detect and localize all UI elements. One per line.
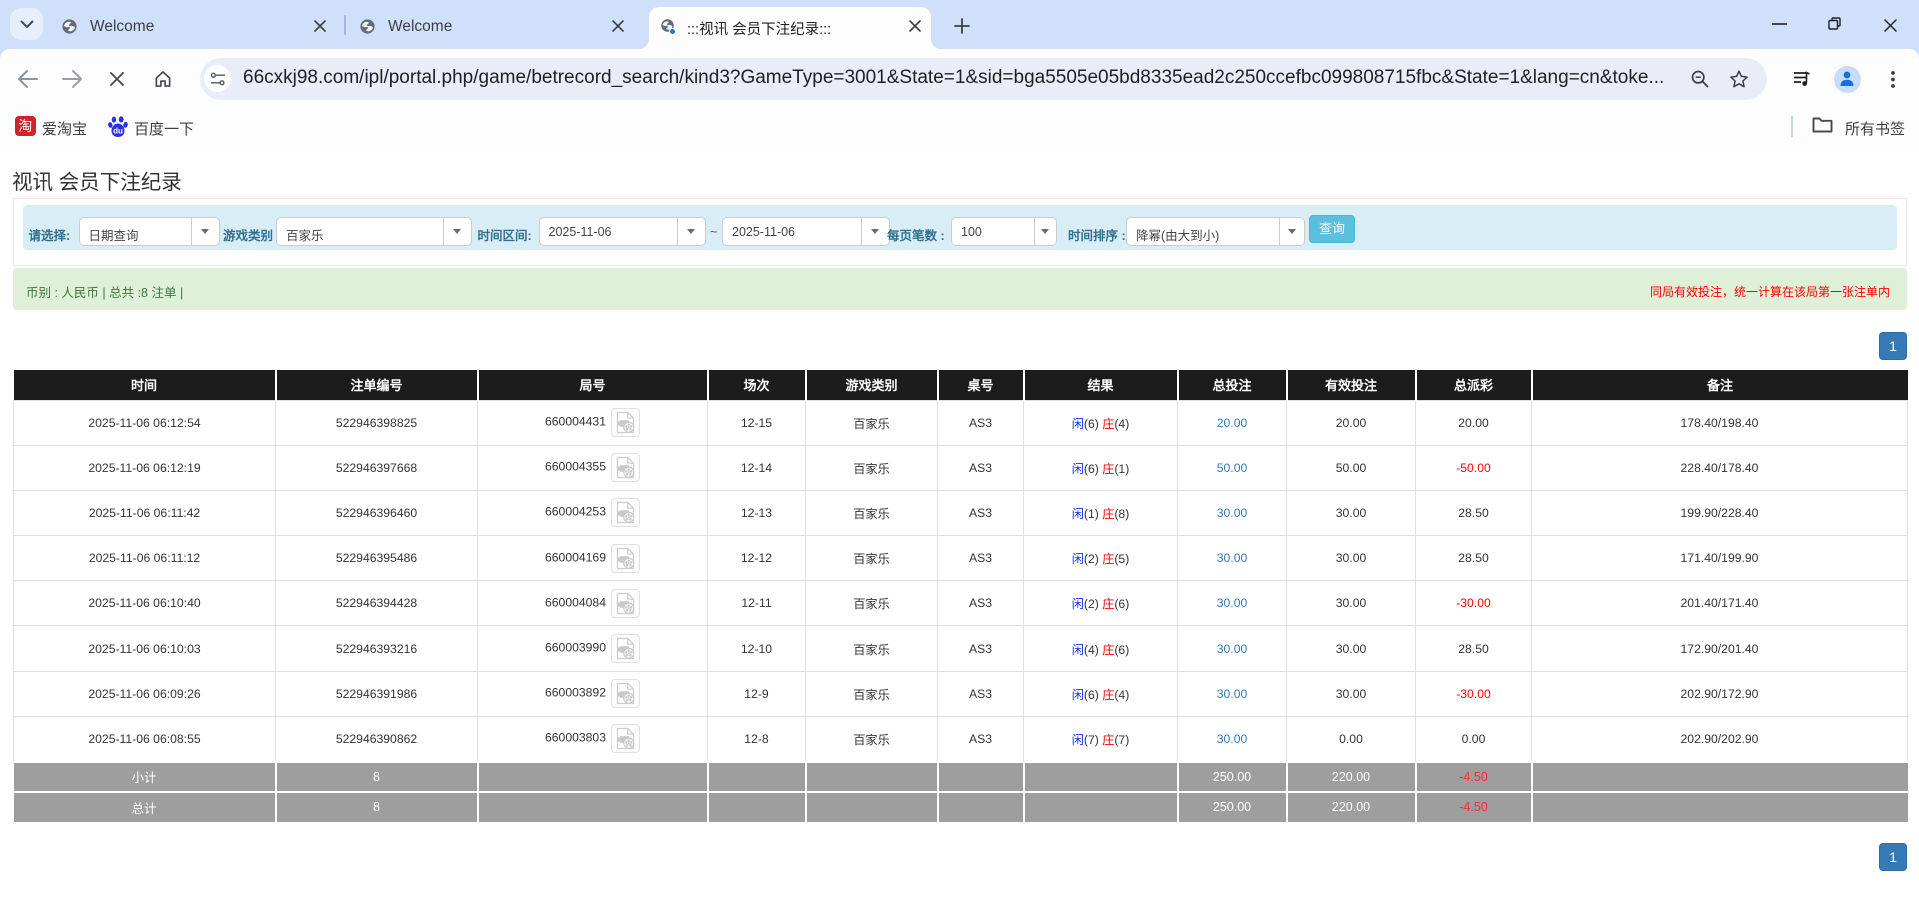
- svg-text:du: du: [113, 127, 123, 136]
